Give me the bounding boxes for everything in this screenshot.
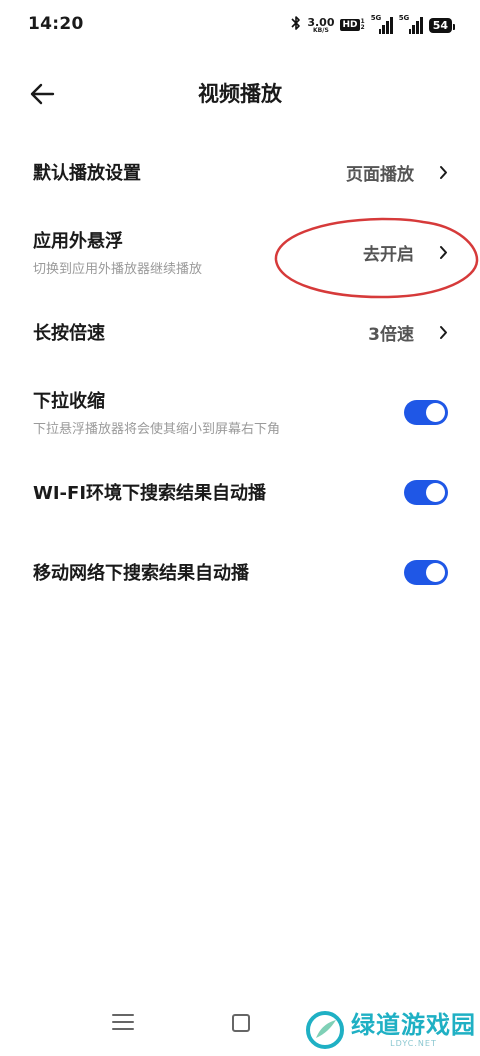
setting-pull-down-shrink: 下拉收缩 下拉悬浮播放器将会使其缩小到屏幕右下角 — [0, 372, 480, 452]
watermark-subtext: LDYC.NET — [390, 1038, 437, 1048]
status-bar: 14:20 3.00 KB/S HD 1 2 5G 5G 54 — [0, 0, 480, 50]
setting-label: WI-FI环境下搜索结果自动播 — [33, 483, 267, 504]
setting-long-press-speed[interactable]: 长按倍速 3倍速 — [0, 292, 480, 372]
setting-default-playback[interactable]: 默认播放设置 页面播放 — [0, 132, 480, 212]
mobile-autoplay-toggle[interactable] — [404, 560, 448, 585]
chevron-right-icon — [439, 292, 448, 372]
setting-subtitle: 切换到应用外播放器继续播放 — [33, 262, 203, 277]
menu-icon[interactable] — [112, 1014, 134, 1034]
network-speed: 3.00 KB/S — [307, 15, 335, 34]
setting-subtitle: 下拉悬浮播放器将会使其缩小到屏幕右下角 — [33, 422, 281, 437]
page-title: 视频播放 — [198, 82, 282, 106]
home-icon[interactable] — [232, 1014, 250, 1032]
setting-value: 3倍速 — [368, 324, 414, 345]
chevron-right-icon — [439, 212, 448, 292]
signal-icon: 5G — [371, 14, 393, 34]
bluetooth-icon — [291, 15, 301, 35]
settings-list: 默认播放设置 页面播放 应用外悬浮 切换到应用外播放器继续播放 去开启 长按倍速… — [0, 132, 480, 612]
hd-icon: HD 1 2 — [340, 18, 365, 31]
setting-label: 默认播放设置 — [33, 163, 141, 184]
watermark: 绿道游戏园 LDYC.NET — [305, 1010, 476, 1050]
setting-label: 下拉收缩 — [33, 391, 105, 412]
wifi-autoplay-toggle[interactable] — [404, 480, 448, 505]
setting-wifi-autoplay: WI-FI环境下搜索结果自动播 — [0, 452, 480, 532]
status-icons: 3.00 KB/S HD 1 2 5G 5G 54 — [291, 14, 456, 36]
watermark-text: 绿道游戏园 — [351, 1010, 476, 1039]
setting-label: 应用外悬浮 — [33, 231, 123, 252]
battery-icon: 54 — [428, 17, 456, 33]
watermark-logo — [306, 1011, 344, 1049]
setting-value: 页面播放 — [346, 164, 414, 185]
signal-icon: 5G — [399, 14, 423, 34]
setting-label: 长按倍速 — [33, 323, 105, 344]
setting-floating[interactable]: 应用外悬浮 切换到应用外播放器继续播放 去开启 — [0, 212, 480, 292]
status-time: 14:20 — [28, 14, 84, 34]
setting-label: 移动网络下搜索结果自动播 — [33, 563, 249, 584]
title-bar: 视频播放 — [0, 62, 480, 126]
pull-down-shrink-toggle[interactable] — [404, 400, 448, 425]
setting-value: 去开启 — [363, 244, 414, 265]
setting-mobile-autoplay: 移动网络下搜索结果自动播 — [0, 532, 480, 612]
chevron-right-icon — [439, 132, 448, 212]
